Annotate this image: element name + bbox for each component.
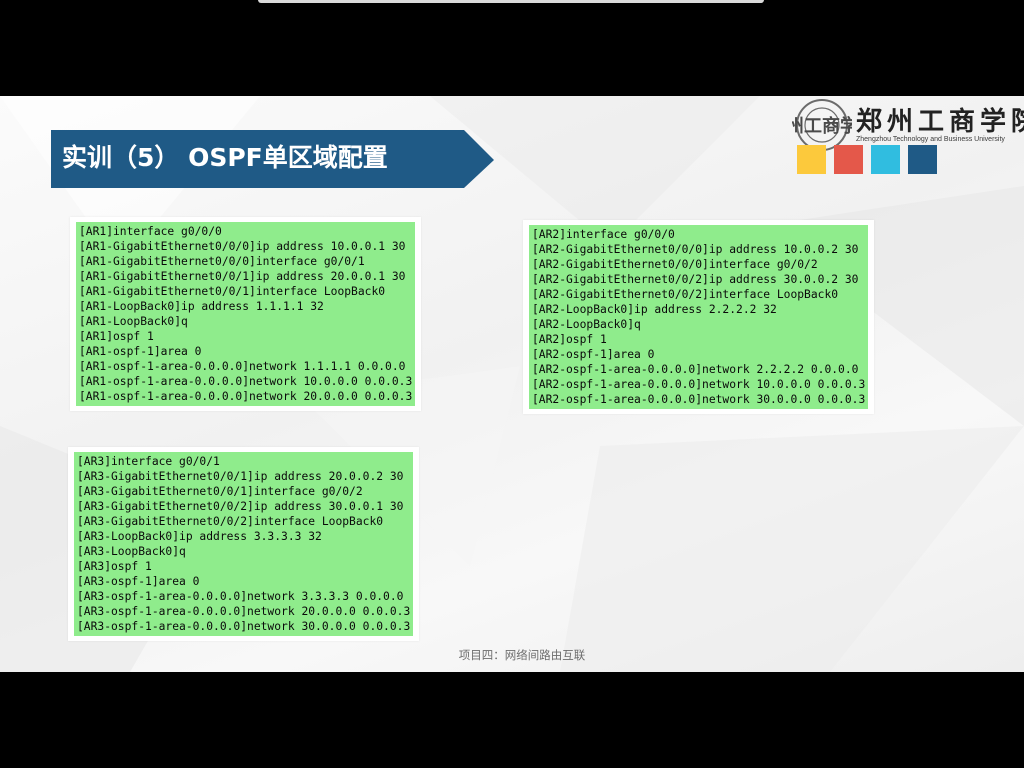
cli-line: [AR2-LoopBack0]q bbox=[532, 318, 641, 331]
cli-line: [AR1]interface g0/0/0 bbox=[79, 225, 222, 238]
ar1-config-panel: [AR1]interface g0/0/0 [AR1-GigabitEtherne… bbox=[70, 217, 422, 411]
cli-line: [AR3-LoopBack0]ip address 3.3.3.3 32 bbox=[77, 530, 322, 543]
cli-line: [AR2-GigabitEthernet0/0/2]ip address 30.… bbox=[532, 273, 859, 286]
cli-line: [AR2]interface g0/0/0 bbox=[532, 228, 675, 241]
cli-line: [AR2-ospf-1-area-0.0.0.0]network 2.2.2.2… bbox=[532, 363, 859, 376]
cli-line: [AR3-ospf-1-area-0.0.0.0]network 30.0.0.… bbox=[77, 620, 411, 633]
cli-line: [AR3-LoopBack0]q bbox=[77, 545, 186, 558]
cli-line: [AR1-GigabitEthernet0/0/1]ip address 20.… bbox=[79, 270, 406, 283]
university-seal-icon: 郑州工商学院 bbox=[792, 99, 852, 151]
cli-line: [AR1-ospf-1]area 0 bbox=[79, 345, 202, 358]
university-name: 郑州工商学院 bbox=[856, 107, 1024, 137]
ar3-config-text: [AR3]interface g0/0/1 [AR3-GigabitEtherne… bbox=[74, 452, 414, 636]
slide-title: 实训（5） OSPF单区域配置 bbox=[62, 143, 388, 172]
accent-square-yellow bbox=[797, 145, 826, 174]
cli-line: [AR2-GigabitEthernet0/0/0]interface g0/0… bbox=[532, 258, 818, 271]
ar2-config-text: [AR2]interface g0/0/0 [AR2-GigabitEtherne… bbox=[529, 225, 869, 409]
cli-line: [AR3-GigabitEthernet0/0/1]ip address 20.… bbox=[77, 470, 404, 483]
ar2-config-panel: [AR2]interface g0/0/0 [AR2-GigabitEtherne… bbox=[523, 220, 875, 414]
ar3-config-panel: [AR3]interface g0/0/1 [AR3-GigabitEtherne… bbox=[68, 447, 420, 641]
cli-line: [AR2-GigabitEthernet0/0/0]ip address 10.… bbox=[532, 243, 859, 256]
window-top-handle[interactable] bbox=[258, 0, 764, 3]
cli-line: [AR2-ospf-1-area-0.0.0.0]network 10.0.0.… bbox=[532, 378, 866, 391]
cli-line: [AR3]interface g0/0/1 bbox=[77, 455, 220, 468]
bottom-black-bar bbox=[0, 672, 1024, 768]
cli-line: [AR3]ospf 1 bbox=[77, 560, 152, 573]
presentation-slide: 实训（5） OSPF单区域配置 郑州工商学院 郑州工商学院 Zhengzhou … bbox=[0, 96, 1024, 672]
cli-line: [AR3-ospf-1-area-0.0.0.0]network 20.0.0.… bbox=[77, 605, 411, 618]
slide-footer: 项目四：网络间路由互联 bbox=[458, 648, 586, 662]
seal-glyph: 郑州工商学院 bbox=[792, 115, 852, 137]
cli-line: [AR2-ospf-1-area-0.0.0.0]network 30.0.0.… bbox=[532, 393, 866, 406]
university-subtitle: Zhengzhou Technology and Business Univer… bbox=[856, 136, 1005, 143]
top-black-bar bbox=[0, 0, 1024, 96]
cli-line: [AR3-ospf-1-area-0.0.0.0]network 3.3.3.3… bbox=[77, 590, 404, 603]
ar1-config-text: [AR1]interface g0/0/0 [AR1-GigabitEtherne… bbox=[76, 222, 416, 406]
university-logo: 郑州工商学院 郑州工商学院 Zhengzhou Technology and B… bbox=[792, 98, 1024, 152]
cli-line: [AR1-GigabitEthernet0/0/0]ip address 10.… bbox=[79, 240, 406, 253]
cli-line: [AR2-ospf-1]area 0 bbox=[532, 348, 655, 361]
cli-line: [AR1-GigabitEthernet0/0/1]interface Loop… bbox=[79, 285, 386, 298]
cli-line: [AR2]ospf 1 bbox=[532, 333, 607, 346]
cli-line: [AR1-ospf-1-area-0.0.0.0]network 1.1.1.1… bbox=[79, 360, 406, 373]
cli-line: [AR1-GigabitEthernet0/0/0]interface g0/0… bbox=[79, 255, 365, 268]
cli-line: [AR2-GigabitEthernet0/0/2]interface Loop… bbox=[532, 288, 839, 301]
cli-line: [AR1-ospf-1-area-0.0.0.0]network 10.0.0.… bbox=[79, 375, 413, 388]
cli-line: [AR3-ospf-1]area 0 bbox=[77, 575, 200, 588]
cli-line: [AR1]ospf 1 bbox=[79, 330, 154, 343]
accent-square-red bbox=[834, 145, 863, 174]
accent-square-navy bbox=[908, 145, 937, 174]
cli-line: [AR3-GigabitEthernet0/0/2]interface Loop… bbox=[77, 515, 384, 528]
accent-square-cyan bbox=[871, 145, 900, 174]
cli-line: [AR3-GigabitEthernet0/0/1]interface g0/0… bbox=[77, 485, 363, 498]
cli-line: [AR1-LoopBack0]q bbox=[79, 315, 188, 328]
cli-line: [AR3-GigabitEthernet0/0/2]ip address 30.… bbox=[77, 500, 404, 513]
cli-line: [AR1-ospf-1-area-0.0.0.0]network 20.0.0.… bbox=[79, 390, 413, 403]
cli-line: [AR2-LoopBack0]ip address 2.2.2.2 32 bbox=[532, 303, 777, 316]
cli-line: [AR1-LoopBack0]ip address 1.1.1.1 32 bbox=[79, 300, 324, 313]
